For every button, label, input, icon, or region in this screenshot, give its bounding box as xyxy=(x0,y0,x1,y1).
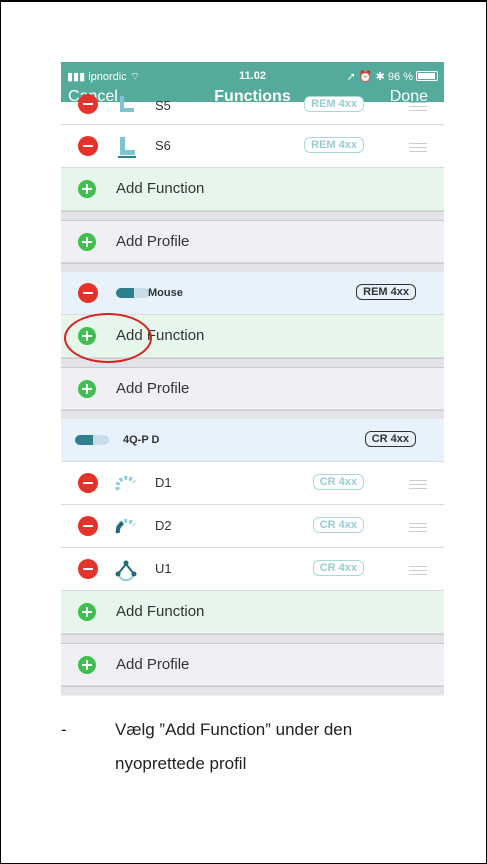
list-item-d1[interactable]: D1 CR 4xx xyxy=(61,462,444,505)
function-label: D2 xyxy=(155,518,172,533)
device-badge: REM 4xx xyxy=(356,284,416,300)
section-divider xyxy=(61,263,444,272)
list-item-s5[interactable]: S5 REM 4xx xyxy=(61,94,444,125)
profile-row-mouse[interactable]: Mouse REM 4xx xyxy=(61,272,444,315)
add-function-button[interactable]: Add Function xyxy=(61,591,444,634)
add-function-label: Add Function xyxy=(116,180,205,197)
section-divider xyxy=(61,634,444,643)
profile-label: 4Q-P D xyxy=(123,434,160,446)
section-divider xyxy=(61,686,444,695)
add-profile-label: Add Profile xyxy=(116,380,190,397)
profile-row-4q[interactable]: 4Q-P D CR 4xx xyxy=(61,419,444,462)
function-label: D1 xyxy=(155,475,172,490)
bullet-dash: - xyxy=(61,720,67,739)
reorder-handle-icon[interactable] xyxy=(409,566,427,575)
list-item-s6[interactable]: S6 REM 4xx xyxy=(61,125,444,168)
profile-toggle-icon xyxy=(75,435,109,445)
section-divider xyxy=(61,410,444,419)
reorder-handle-icon[interactable] xyxy=(409,143,427,152)
add-profile-label: Add Profile xyxy=(116,233,190,250)
section-divider xyxy=(61,211,444,220)
function-label: U1 xyxy=(155,561,172,576)
device-badge: REM 4xx xyxy=(304,137,364,153)
add-function-label: Add Function xyxy=(116,603,205,620)
battery-percent: 96 % xyxy=(387,71,413,83)
functions-list: S5 REM 4xx S6 REM 4xx Add Function Add P… xyxy=(61,94,444,695)
reorder-handle-icon[interactable] xyxy=(409,523,427,532)
add-profile-button[interactable]: Add Profile xyxy=(61,220,444,263)
joystick-icon xyxy=(115,560,137,582)
delete-icon[interactable] xyxy=(78,559,98,579)
seat-icon xyxy=(118,137,136,158)
alarm-icon: ⏰ xyxy=(358,71,376,83)
direction-arc-icon xyxy=(115,518,136,534)
delete-icon[interactable] xyxy=(78,94,98,114)
highlight-circle xyxy=(64,313,152,363)
delete-icon[interactable] xyxy=(78,283,98,303)
add-icon xyxy=(78,180,96,198)
add-function-button[interactable]: Add Function xyxy=(61,168,444,211)
battery-icon xyxy=(416,71,438,81)
function-label: S5 xyxy=(155,98,171,113)
profile-label: Mouse xyxy=(148,287,183,299)
delete-icon[interactable] xyxy=(78,473,98,493)
profile-toggle-icon xyxy=(116,288,150,298)
status-right: ➚ ⏰ ✱ 96 % xyxy=(347,70,438,84)
add-profile-button[interactable]: Add Profile xyxy=(61,643,444,686)
device-badge: CR 4xx xyxy=(312,560,364,576)
frame-top-border xyxy=(1,1,486,2)
reorder-handle-icon[interactable] xyxy=(409,102,427,111)
add-icon xyxy=(78,656,96,674)
add-icon xyxy=(78,380,96,398)
add-icon xyxy=(78,603,96,621)
bluetooth-icon: ✱ xyxy=(375,71,388,83)
list-item-d2[interactable]: D2 CR 4xx xyxy=(61,505,444,548)
delete-icon[interactable] xyxy=(78,516,98,536)
location-icon: ➚ xyxy=(346,71,359,83)
instruction-text: Vælg ”Add Function” under den nyopretted… xyxy=(115,720,353,773)
add-profile-button[interactable]: Add Profile xyxy=(61,367,444,410)
seat-icon xyxy=(120,96,134,112)
device-badge: CR 4xx xyxy=(312,474,364,490)
add-icon xyxy=(78,233,96,251)
device-badge: CR 4xx xyxy=(312,517,364,533)
reorder-handle-icon[interactable] xyxy=(409,480,427,489)
function-label: S6 xyxy=(155,138,171,153)
phone-screenshot: ▮▮▮ ipnordic ⌔ 11.02 ➚ ⏰ ✱ 96 % Cancel F… xyxy=(61,62,444,696)
direction-arc-icon xyxy=(115,475,136,491)
device-badge: CR 4xx xyxy=(364,431,416,447)
delete-icon[interactable] xyxy=(78,136,98,156)
device-badge: REM 4xx xyxy=(304,96,364,112)
add-profile-label: Add Profile xyxy=(116,656,190,673)
list-item-u1[interactable]: U1 CR 4xx xyxy=(61,548,444,591)
